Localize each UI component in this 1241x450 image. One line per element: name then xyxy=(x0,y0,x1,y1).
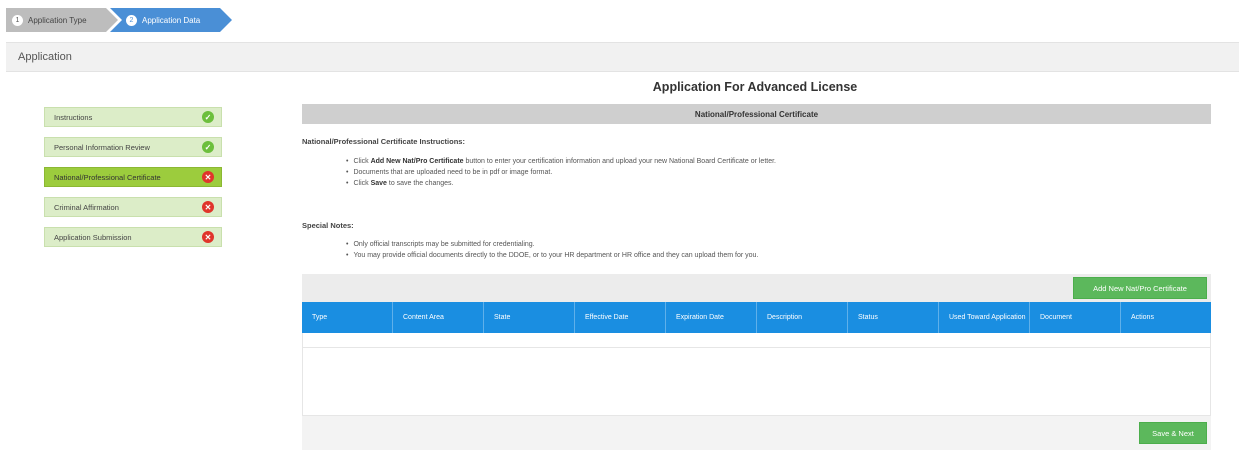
instructions-title: National/Professional Certificate Instru… xyxy=(302,137,465,146)
column-header-content-area[interactable]: Content Area xyxy=(393,302,484,333)
column-header-status[interactable]: Status xyxy=(848,302,939,333)
list-item: Documents that are uploaded need to be i… xyxy=(346,167,776,178)
instructions-list: Click Add New Nat/Pro Certificate button… xyxy=(346,156,776,189)
section-title: Application xyxy=(18,51,72,63)
sidebar-item-label: Criminal Affirmation xyxy=(54,202,119,212)
wizard-step-application-type[interactable]: 1 Application Type xyxy=(6,8,118,32)
error-x-icon: ✕ xyxy=(202,201,214,213)
column-header-expiration-date[interactable]: Expiration Date xyxy=(666,302,757,333)
wizard-breadcrumb: 1 Application Type 2 Application Data xyxy=(6,8,236,32)
error-x-icon: ✕ xyxy=(202,231,214,243)
wizard-step-label: Application Data xyxy=(142,15,201,25)
sidebar-item-label: National/Professional Certificate xyxy=(54,172,161,182)
sidebar-item-instructions[interactable]: Instructions ✓ xyxy=(44,107,222,127)
column-header-actions[interactable]: Actions xyxy=(1121,302,1211,333)
list-item: Only official transcripts may be submitt… xyxy=(346,239,758,250)
special-notes-list: Only official transcripts may be submitt… xyxy=(346,239,758,261)
sidebar-item-personal-information-review[interactable]: Personal Information Review ✓ xyxy=(44,137,222,157)
table-row-divider xyxy=(303,347,1210,348)
certificate-panel: National/Professional Certificate Nation… xyxy=(302,104,1211,450)
list-item: You may provide official documents direc… xyxy=(346,250,758,261)
list-item: Click Save to save the changes. xyxy=(346,178,776,189)
sidebar-item-label: Instructions xyxy=(54,112,93,122)
section-header: Application xyxy=(6,42,1239,72)
error-x-icon: ✕ xyxy=(202,171,214,183)
wizard-step-application-data[interactable]: 2 Application Data xyxy=(110,8,232,32)
sidebar-item-criminal-affirmation[interactable]: Criminal Affirmation ✕ xyxy=(44,197,222,217)
page-title: Application For Advanced License xyxy=(652,80,858,94)
save-next-button[interactable]: Save & Next xyxy=(1139,422,1207,444)
column-header-state[interactable]: State xyxy=(484,302,575,333)
panel-header: National/Professional Certificate xyxy=(302,104,1211,124)
column-header-document[interactable]: Document xyxy=(1030,302,1121,333)
sidebar-steps: Instructions ✓ Personal Information Revi… xyxy=(44,107,222,257)
wizard-step-label: Application Type xyxy=(28,15,87,25)
table-toolbar: Add New Nat/Pro Certificate xyxy=(302,274,1211,302)
add-certificate-button[interactable]: Add New Nat/Pro Certificate xyxy=(1073,277,1207,299)
sidebar-item-application-submission[interactable]: Application Submission ✕ xyxy=(44,227,222,247)
column-header-effective-date[interactable]: Effective Date xyxy=(575,302,666,333)
step-number-badge: 1 xyxy=(12,14,23,26)
column-header-used-toward-application[interactable]: Used Toward Application xyxy=(939,302,1030,333)
step-number-badge: 2 xyxy=(126,14,137,26)
check-icon: ✓ xyxy=(202,141,214,153)
list-item: Click Add New Nat/Pro Certificate button… xyxy=(346,156,776,167)
column-header-type[interactable]: Type xyxy=(302,302,393,333)
sidebar-item-label: Application Submission xyxy=(54,232,132,242)
column-header-description[interactable]: Description xyxy=(757,302,848,333)
panel-footer: Save & Next xyxy=(302,416,1211,450)
special-notes-title: Special Notes: xyxy=(302,221,354,230)
sidebar-item-national-professional-certificate[interactable]: National/Professional Certificate ✕ xyxy=(44,167,222,187)
table-header: Type Content Area State Effective Date E… xyxy=(302,302,1211,333)
sidebar-item-label: Personal Information Review xyxy=(54,142,150,152)
table-body xyxy=(302,333,1211,416)
check-icon: ✓ xyxy=(202,111,214,123)
